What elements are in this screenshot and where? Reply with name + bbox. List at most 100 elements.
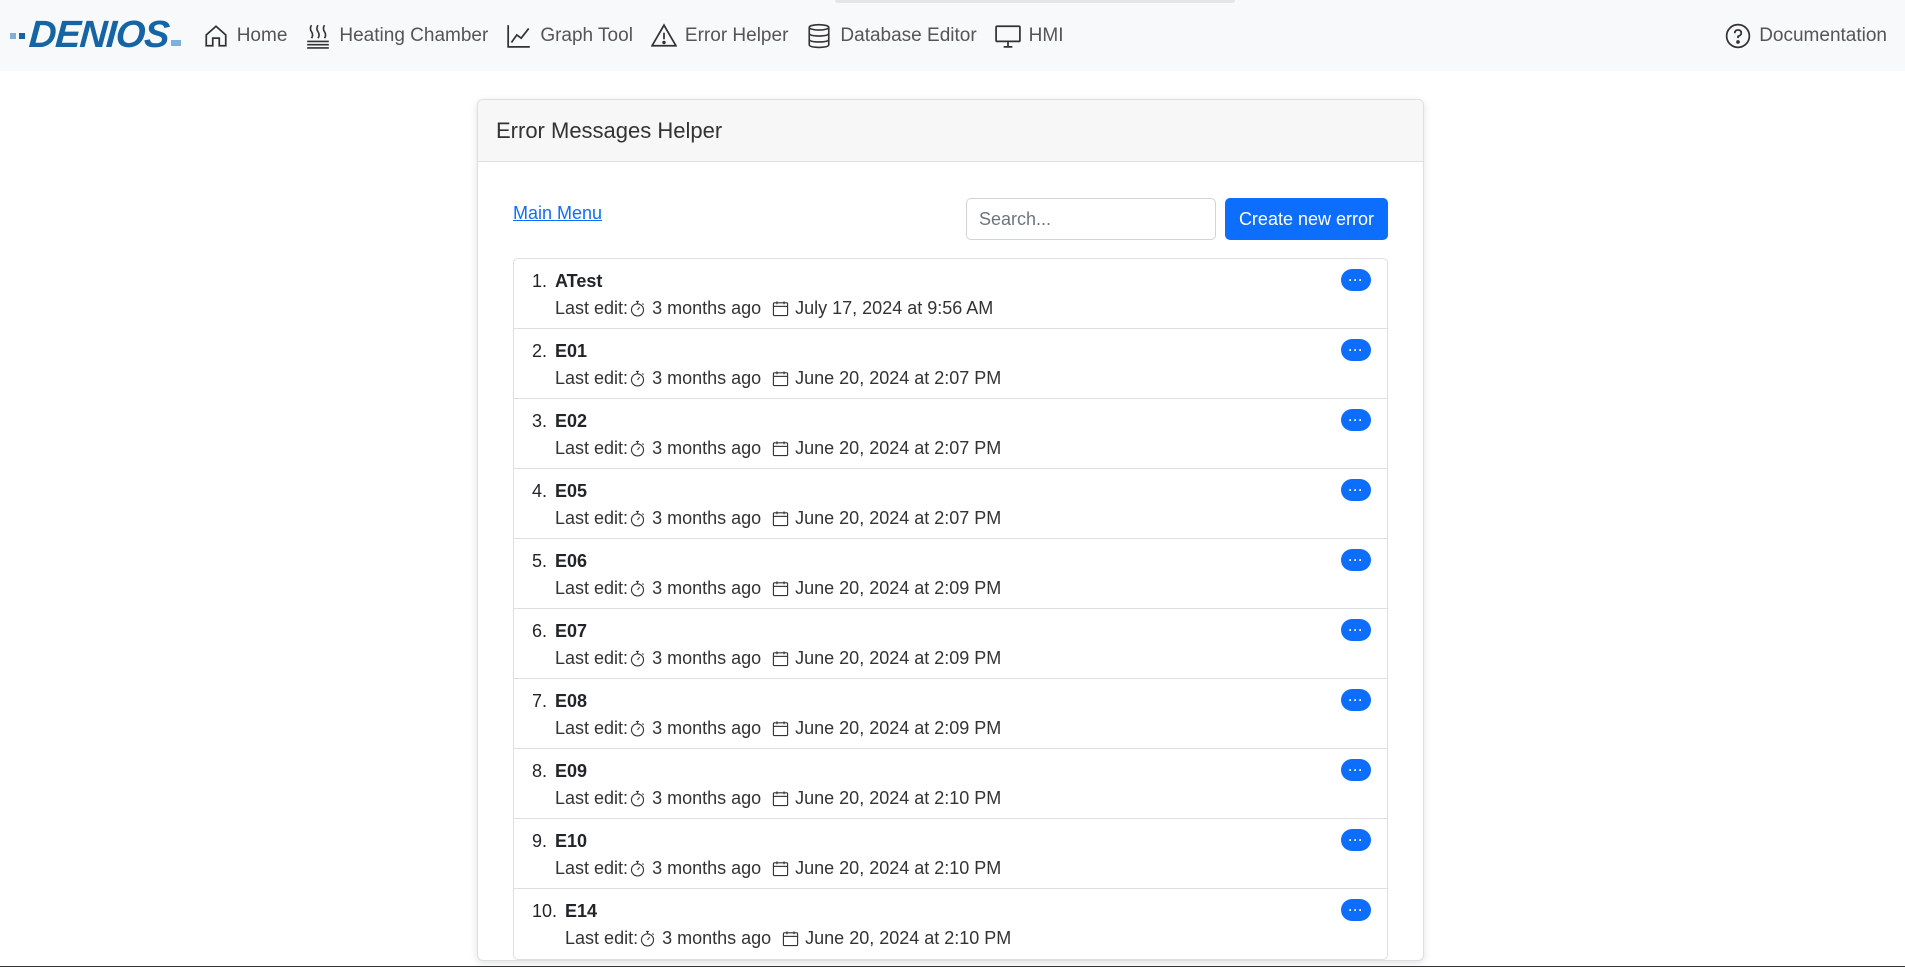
item-meta: Last edit: 3 months ago June 20, 2024 at… [555, 368, 1001, 389]
error-list-item[interactable]: 8. E09 Last edit: 3 months ago June 20, … [514, 749, 1387, 819]
calendar-icon [772, 581, 789, 597]
item-number: 3. [532, 411, 548, 431]
nav-item-hmi[interactable]: HMI [994, 23, 1063, 49]
error-list-item[interactable]: 5. E06 Last edit: 3 months ago June 20, … [514, 539, 1387, 609]
item-meta: Last edit: 3 months ago June 20, 2024 at… [555, 578, 1001, 599]
brand-logo[interactable]: DENIOS [10, 14, 181, 57]
stopwatch-icon [630, 440, 645, 457]
last-edit-label: Last edit: [555, 718, 629, 738]
more-options-button[interactable]: ··· [1341, 619, 1371, 641]
error-code: E01 [555, 341, 588, 361]
error-list-item[interactable]: 10. E14 Last edit: 3 months ago June 20,… [514, 889, 1387, 959]
nav-item-home[interactable]: Home [203, 23, 287, 49]
more-options-button[interactable]: ··· [1341, 479, 1371, 501]
more-options-button[interactable]: ··· [1341, 409, 1371, 431]
item-content: E07 Last edit: 3 months ago June 20, 202… [555, 621, 1001, 669]
calendar-icon [772, 371, 789, 387]
nav-item-heating-chamber[interactable]: Heating Chamber [305, 23, 488, 49]
error-list-item[interactable]: 2. E01 Last edit: 3 months ago June 20, … [514, 329, 1387, 399]
edit-date: June 20, 2024 at 2:09 PM [795, 648, 1002, 668]
more-options-button[interactable]: ··· [1341, 339, 1371, 361]
relative-time: 3 months ago [652, 438, 762, 458]
relative-time: 3 months ago [662, 928, 772, 948]
relative-time: 3 months ago [652, 718, 762, 738]
error-code: E07 [555, 621, 588, 641]
item-meta: Last edit: 3 months ago June 20, 2024 at… [555, 648, 1001, 669]
more-options-button[interactable]: ··· [1341, 759, 1371, 781]
relative-time: 3 months ago [652, 368, 762, 388]
last-edit-label: Last edit: [555, 368, 629, 388]
calendar-icon [772, 441, 789, 457]
more-options-button[interactable]: ··· [1341, 899, 1371, 921]
error-list-item[interactable]: 4. E05 Last edit: 3 months ago June 20, … [514, 469, 1387, 539]
item-meta: Last edit: 3 months ago June 20, 2024 at… [555, 438, 1001, 459]
last-edit-label: Last edit: [555, 438, 629, 458]
item-meta: Last edit: 3 months ago June 20, 2024 at… [555, 718, 1001, 739]
item-number: 7. [532, 691, 548, 711]
heat-icon [307, 24, 330, 49]
stopwatch-icon [630, 370, 645, 387]
calendar-icon [772, 651, 789, 667]
stopwatch-icon [630, 860, 645, 877]
card-title: Error Messages Helper [478, 100, 1423, 162]
question-circle-icon [1725, 23, 1751, 48]
more-options-button[interactable]: ··· [1341, 689, 1371, 711]
create-new-error-button[interactable]: Create new error [1224, 198, 1388, 240]
item-number: 2. [532, 341, 548, 361]
nav-item-graph-tool[interactable]: Graph Tool [506, 23, 633, 49]
nav-item-documentation[interactable]: Documentation [1725, 23, 1887, 49]
item-number: 4. [532, 481, 548, 501]
error-list-item[interactable]: 6. E07 Last edit: 3 months ago June 20, … [514, 609, 1387, 679]
monitor-icon [994, 24, 1021, 48]
edit-date: June 20, 2024 at 2:10 PM [795, 858, 1002, 878]
error-code: E10 [555, 831, 588, 851]
stopwatch-icon [630, 510, 645, 527]
error-code: E08 [555, 691, 588, 711]
error-list-item[interactable]: 7. E08 Last edit: 3 months ago June 20, … [514, 679, 1387, 749]
last-edit-label: Last edit: [555, 298, 629, 318]
edit-date: June 20, 2024 at 2:07 PM [795, 368, 1002, 388]
item-number: 8. [532, 761, 548, 781]
item-number: 10. [532, 901, 558, 921]
logo-dots [10, 32, 25, 39]
item-content: E10 Last edit: 3 months ago June 20, 202… [555, 831, 1002, 878]
calendar-icon [783, 931, 799, 947]
database-icon [808, 23, 830, 48]
more-options-button[interactable]: ··· [1341, 829, 1371, 851]
error-list-item[interactable]: 9. E10 Last edit: 3 months ago June 20, … [514, 819, 1387, 889]
relative-time: 3 months ago [652, 508, 762, 528]
error-code: E09 [555, 761, 588, 781]
stopwatch-icon [630, 650, 645, 667]
item-content: ATest Last edit: 3 months ago July 17, 2… [555, 271, 993, 318]
search-input[interactable] [965, 198, 1216, 240]
stopwatch-icon [630, 720, 645, 737]
edit-date: June 20, 2024 at 2:07 PM [795, 438, 1002, 458]
item-content: E05 Last edit: 3 months ago June 20, 202… [555, 481, 1001, 528]
error-code: ATest [555, 271, 603, 291]
edit-date: June 20, 2024 at 2:10 PM [805, 928, 1012, 948]
calendar-icon [772, 861, 789, 877]
top-navbar: DENIOS Home Heating Chamber Graph Tool E… [0, 0, 1905, 71]
error-helper-card: Error Messages Helper Main Menu Create n… [477, 99, 1424, 961]
error-list-item[interactable]: 1. ATest Last edit: 3 months ago July 17… [514, 259, 1387, 329]
item-content: E01 Last edit: 3 months ago June 20, 202… [555, 341, 1001, 389]
error-code: E02 [555, 411, 588, 431]
edit-date: June 20, 2024 at 2:09 PM [795, 718, 1002, 738]
last-edit-label: Last edit: [555, 648, 629, 668]
error-code: E14 [565, 901, 598, 921]
nav-label: Documentation [1759, 24, 1887, 46]
relative-time: 3 months ago [652, 298, 762, 318]
nav-item-database-editor[interactable]: Database Editor [806, 23, 977, 49]
error-code: E06 [555, 551, 588, 571]
item-number: 6. [532, 621, 548, 641]
relative-time: 3 months ago [652, 858, 762, 878]
calendar-icon [772, 721, 789, 737]
main-menu-link[interactable]: Main Menu [513, 203, 602, 224]
nav-item-error-helper[interactable]: Error Helper [650, 22, 788, 49]
more-options-button[interactable]: ··· [1341, 269, 1371, 291]
more-options-button[interactable]: ··· [1341, 549, 1371, 571]
stopwatch-icon [630, 300, 645, 317]
error-list-item[interactable]: 3. E02 Last edit: 3 months ago June 20, … [514, 399, 1387, 469]
edit-date: June 20, 2024 at 2:10 PM [795, 788, 1002, 808]
item-content: E14 Last edit: 3 months ago June 20, 202… [565, 901, 1012, 948]
